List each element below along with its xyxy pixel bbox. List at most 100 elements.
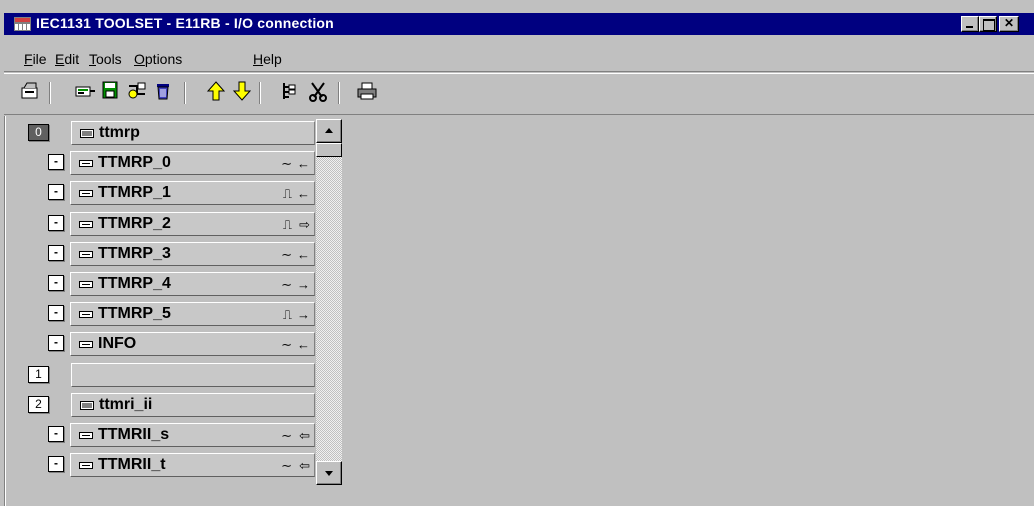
row-cell[interactable]: INFO ∼ ← [70,332,315,357]
channel-label: TTMRP_1 [98,184,171,202]
scroll-thumb[interactable] [316,143,342,157]
digital-signal-icon: ⎍ [282,307,292,323]
input-direction-icon: ⇦ [299,428,310,443]
analog-signal-icon: ∼ [281,337,292,353]
collapse-toggle[interactable]: - [48,426,64,442]
slot-row[interactable]: 1 [28,362,315,388]
input-direction-icon: ← [297,337,310,353]
output-direction-icon: → [297,307,310,323]
channel-label: TTMRP_5 [98,305,171,323]
channel-row[interactable]: - TTMRP_1 ⎍ ← [28,180,315,206]
row-cell[interactable]: TTMRII_s ∼ ⇦ [70,423,315,447]
channel-icon [79,311,93,319]
output-direction-icon: → [297,277,310,292]
channel-icon [79,462,93,470]
tree-icon[interactable] [279,80,301,102]
open-icon[interactable] [19,80,41,102]
row-cell[interactable]: TTMRP_5 ⎍ → [70,302,315,327]
channel-row[interactable]: - TTMRP_3 ∼ ← [28,241,315,267]
channel-icon [79,220,93,228]
channel-row[interactable]: - TTMRII_t ∼ ⇦ [28,452,315,478]
module-icon [80,400,94,410]
channel-row[interactable]: - INFO ∼ ← [28,331,315,357]
module-row[interactable]: 2 ttmri_ii [28,392,315,418]
menu-bar: File Edit Tools Options Help [4,35,1034,72]
channel-label: INFO [98,335,137,353]
collapse-toggle[interactable]: - [48,305,64,322]
channel-icon [79,432,93,439]
input-direction-icon: ← [297,186,310,202]
analog-signal-icon: ∼ [281,458,292,474]
link-icon[interactable] [126,80,148,102]
collapse-toggle[interactable]: - [48,335,64,352]
input-direction-icon: ← [297,246,310,262]
channel-label: TTMRP_3 [98,244,171,262]
delete-icon[interactable] [152,80,174,102]
module-icon [80,129,94,138]
analog-signal-icon: ∼ [281,277,292,292]
connect-icon[interactable] [74,80,96,102]
minimize-button[interactable] [961,16,979,32]
analog-signal-icon: ∼ [281,156,292,172]
row-cell[interactable]: TTMRP_4 ∼ → [70,272,315,296]
channel-label: TTMRP_0 [98,154,171,172]
close-button[interactable] [999,16,1019,32]
collapse-toggle[interactable]: - [48,154,64,171]
title-bar[interactable]: IEC1131 TOOLSET - E11RB - I/O connection [4,13,1034,35]
menu-edit[interactable]: Edit [55,51,79,67]
collapse-toggle[interactable]: - [48,214,64,231]
channel-icon [79,190,93,198]
channel-row[interactable]: - TTMRP_0 ∼ ← [28,150,315,176]
cut-icon[interactable] [307,80,329,102]
row-cell[interactable]: ttmrp [71,121,315,145]
collapse-toggle[interactable]: - [48,244,64,261]
row-cell[interactable] [71,362,315,387]
channel-row[interactable]: - TTMRP_5 ⎍ → [28,301,315,327]
row-cell[interactable]: TTMRII_t ∼ ⇦ [70,453,315,478]
menu-tools[interactable]: Tools [89,51,122,67]
scroll-down-button[interactable] [316,461,342,485]
module-label: ttmri_ii [99,395,153,413]
channel-row[interactable]: - TTMRP_4 ∼ → [28,271,315,297]
channel-label: TTMRP_2 [98,214,171,232]
vertical-scrollbar[interactable] [316,119,342,485]
channel-row[interactable]: - TTMRII_s ∼ ⇦ [28,422,315,448]
window-title: IEC1131 TOOLSET - E11RB - I/O connection [36,15,334,31]
move-down-icon[interactable] [231,80,253,102]
row-cell[interactable]: TTMRP_3 ∼ ← [70,241,315,266]
analog-signal-icon: ∼ [281,246,292,262]
module-label: ttmrp [99,124,140,141]
menu-options[interactable]: Options [134,51,182,67]
scroll-up-button[interactable] [316,119,342,143]
collapse-toggle[interactable]: - [48,184,64,201]
maximize-button[interactable] [979,16,997,32]
channel-icon [79,250,93,258]
digital-signal-icon: ⎍ [282,216,292,232]
print-icon[interactable] [356,80,378,102]
channel-row[interactable]: - TTMRP_2 ⎍ ⇨ [28,211,315,237]
channel-icon [79,341,93,349]
toolbar [4,73,1034,115]
app-icon [14,17,31,31]
analog-signal-icon: ∼ [281,428,292,443]
slot-index[interactable]: 0 [28,124,49,141]
disk-io-icon[interactable] [100,80,122,102]
move-up-icon[interactable] [205,80,227,102]
slot-index[interactable]: 1 [28,365,49,383]
row-cell[interactable]: TTMRP_0 ∼ ← [70,151,315,176]
row-cell[interactable]: ttmri_ii [71,392,315,417]
menu-help[interactable]: Help [253,51,282,67]
row-cell[interactable]: TTMRP_1 ⎍ ← [70,181,315,206]
channel-label: TTMRP_4 [98,275,171,292]
input-direction-icon: ⇦ [299,458,310,474]
collapse-toggle[interactable]: - [48,456,64,473]
row-cell[interactable]: TTMRP_2 ⎍ ⇨ [70,211,315,236]
channel-label: TTMRII_s [98,426,170,443]
collapse-toggle[interactable]: - [48,275,64,291]
module-row[interactable]: 0 ttmrp [28,120,315,146]
menu-file[interactable]: File [24,51,47,67]
digital-signal-icon: ⎍ [282,186,292,202]
channel-icon [79,281,93,288]
channel-icon [79,160,93,168]
slot-index[interactable]: 2 [28,395,49,413]
